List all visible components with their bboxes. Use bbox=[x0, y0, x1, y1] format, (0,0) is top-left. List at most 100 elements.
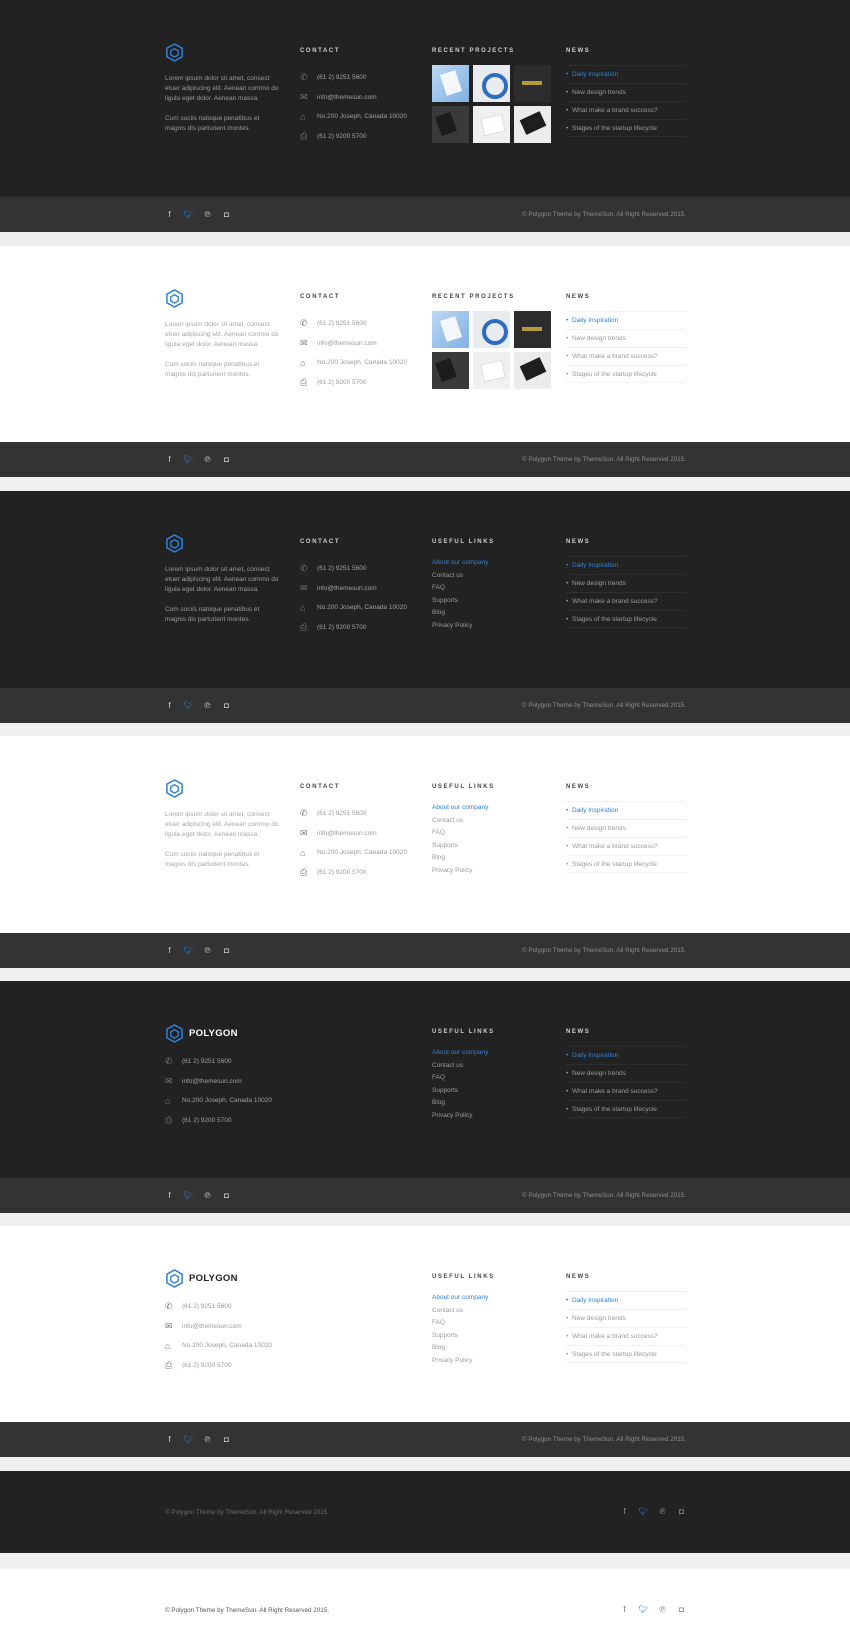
instagram-icon[interactable]: ◘ bbox=[222, 455, 231, 464]
link-privacy[interactable]: Privacy Policy bbox=[432, 620, 495, 633]
news-item[interactable]: • Daily Inspiration bbox=[566, 1046, 686, 1064]
logo-icon[interactable] bbox=[165, 289, 184, 308]
link-contact[interactable]: Contact us bbox=[432, 570, 495, 583]
project-thumbnail[interactable] bbox=[432, 65, 469, 102]
link-about[interactable]: About our company bbox=[432, 557, 495, 570]
contact-phone[interactable]: (61 2) 9251 5600 bbox=[317, 320, 367, 327]
link-blog[interactable]: Blog bbox=[432, 1097, 495, 1110]
project-thumbnail[interactable] bbox=[473, 311, 510, 348]
news-item[interactable]: • What make a brand success? bbox=[566, 1327, 686, 1345]
instagram-icon[interactable]: ◘ bbox=[677, 1605, 686, 1614]
contact-email[interactable]: info@themesun.com bbox=[182, 1323, 242, 1330]
contact-email[interactable]: info@themesun.com bbox=[317, 830, 377, 837]
news-item[interactable]: • Daily Inspiration bbox=[566, 801, 686, 819]
facebook-icon[interactable]: f bbox=[165, 701, 174, 710]
link-supports[interactable]: Supports bbox=[432, 1330, 495, 1343]
project-thumbnail[interactable] bbox=[514, 311, 551, 348]
twitter-icon[interactable]: 🐦︎ bbox=[183, 455, 193, 464]
instagram-icon[interactable]: ◘ bbox=[677, 1507, 686, 1516]
brand-logo[interactable]: POLYGON bbox=[165, 1024, 305, 1043]
link-contact[interactable]: Contact us bbox=[432, 1060, 495, 1073]
news-item[interactable]: • New design trends bbox=[566, 574, 686, 592]
project-thumbnail[interactable] bbox=[432, 106, 469, 143]
twitter-icon[interactable]: 🐦︎ bbox=[638, 1507, 648, 1516]
link-privacy[interactable]: Privacy Policy bbox=[432, 865, 495, 878]
link-about[interactable]: About our company bbox=[432, 1292, 495, 1305]
news-item[interactable]: • New design trends bbox=[566, 1064, 686, 1082]
link-about[interactable]: About our company bbox=[432, 802, 495, 815]
link-faq[interactable]: FAQ bbox=[432, 1072, 495, 1085]
instagram-icon[interactable]: ◘ bbox=[222, 1191, 231, 1200]
contact-phone[interactable]: (61 2) 9251 5600 bbox=[317, 810, 367, 817]
link-contact[interactable]: Contact us bbox=[432, 815, 495, 828]
contact-email[interactable]: info@themesun.com bbox=[317, 94, 377, 101]
news-item[interactable]: • New design trends bbox=[566, 83, 686, 101]
link-supports[interactable]: Supports bbox=[432, 1085, 495, 1098]
contact-phone[interactable]: (61 2) 9251 5600 bbox=[317, 565, 367, 572]
instagram-icon[interactable]: ◘ bbox=[222, 701, 231, 710]
news-item[interactable]: • Daily Inspiration bbox=[566, 311, 686, 329]
news-item[interactable]: • What make a brand success? bbox=[566, 1082, 686, 1100]
project-thumbnail[interactable] bbox=[473, 65, 510, 102]
logo-icon[interactable] bbox=[165, 43, 184, 62]
contact-phone[interactable]: (61 2) 9251 5600 bbox=[182, 1058, 232, 1065]
twitter-icon[interactable]: 🐦︎ bbox=[183, 1191, 193, 1200]
logo-icon[interactable] bbox=[165, 779, 184, 798]
news-item[interactable]: • New design trends bbox=[566, 819, 686, 837]
facebook-icon[interactable]: f bbox=[620, 1507, 629, 1516]
contact-email[interactable]: info@themesun.com bbox=[317, 340, 377, 347]
facebook-icon[interactable]: f bbox=[165, 946, 174, 955]
news-item[interactable]: • New design trends bbox=[566, 329, 686, 347]
twitter-icon[interactable]: 🐦︎ bbox=[183, 210, 193, 219]
project-thumbnail[interactable] bbox=[473, 352, 510, 389]
pinterest-icon[interactable]: ℗ bbox=[203, 946, 212, 955]
facebook-icon[interactable]: f bbox=[165, 455, 174, 464]
pinterest-icon[interactable]: ℗ bbox=[203, 210, 212, 219]
project-thumbnail[interactable] bbox=[432, 352, 469, 389]
facebook-icon[interactable]: f bbox=[620, 1605, 629, 1614]
contact-phone[interactable]: (61 2) 9251 5600 bbox=[317, 74, 367, 81]
pinterest-icon[interactable]: ℗ bbox=[658, 1507, 667, 1516]
news-item[interactable]: • Stages of the startup lifecycle bbox=[566, 1345, 686, 1363]
news-item[interactable]: • Stages of the startup lifecycle bbox=[566, 1100, 686, 1118]
pinterest-icon[interactable]: ℗ bbox=[203, 1435, 212, 1444]
logo-icon[interactable] bbox=[165, 534, 184, 553]
news-item[interactable]: • Stages of the startup lifecycle bbox=[566, 610, 686, 628]
contact-email[interactable]: info@themesun.com bbox=[317, 585, 377, 592]
link-faq[interactable]: FAQ bbox=[432, 582, 495, 595]
link-supports[interactable]: Supports bbox=[432, 840, 495, 853]
news-item[interactable]: • What make a brand success? bbox=[566, 592, 686, 610]
link-blog[interactable]: Blog bbox=[432, 1342, 495, 1355]
twitter-icon[interactable]: 🐦︎ bbox=[183, 946, 193, 955]
pinterest-icon[interactable]: ℗ bbox=[658, 1605, 667, 1614]
news-item[interactable]: • Daily Inspiration bbox=[566, 1291, 686, 1309]
news-item[interactable]: • Stages of the startup lifecycle bbox=[566, 855, 686, 873]
project-thumbnail[interactable] bbox=[514, 352, 551, 389]
link-about[interactable]: About our company bbox=[432, 1047, 495, 1060]
link-privacy[interactable]: Privacy Policy bbox=[432, 1355, 495, 1368]
instagram-icon[interactable]: ◘ bbox=[222, 1435, 231, 1444]
link-supports[interactable]: Supports bbox=[432, 595, 495, 608]
news-item[interactable]: • What make a brand success? bbox=[566, 347, 686, 365]
brand-logo[interactable]: POLYGON bbox=[165, 1269, 305, 1288]
instagram-icon[interactable]: ◘ bbox=[222, 946, 231, 955]
project-thumbnail[interactable] bbox=[514, 106, 551, 143]
facebook-icon[interactable]: f bbox=[165, 1435, 174, 1444]
contact-email[interactable]: info@themesun.com bbox=[182, 1078, 242, 1085]
facebook-icon[interactable]: f bbox=[165, 210, 174, 219]
link-privacy[interactable]: Privacy Policy bbox=[432, 1110, 495, 1123]
news-item[interactable]: • What make a brand success? bbox=[566, 837, 686, 855]
twitter-icon[interactable]: 🐦︎ bbox=[183, 701, 193, 710]
news-item[interactable]: • Daily Inspiration bbox=[566, 65, 686, 83]
pinterest-icon[interactable]: ℗ bbox=[203, 1191, 212, 1200]
news-item[interactable]: • Stages of the startup lifecycle bbox=[566, 365, 686, 383]
facebook-icon[interactable]: f bbox=[165, 1191, 174, 1200]
link-blog[interactable]: Blog bbox=[432, 852, 495, 865]
link-contact[interactable]: Contact us bbox=[432, 1305, 495, 1318]
pinterest-icon[interactable]: ℗ bbox=[203, 701, 212, 710]
project-thumbnail[interactable] bbox=[473, 106, 510, 143]
link-faq[interactable]: FAQ bbox=[432, 827, 495, 840]
twitter-icon[interactable]: 🐦︎ bbox=[183, 1435, 193, 1444]
project-thumbnail[interactable] bbox=[432, 311, 469, 348]
link-faq[interactable]: FAQ bbox=[432, 1317, 495, 1330]
